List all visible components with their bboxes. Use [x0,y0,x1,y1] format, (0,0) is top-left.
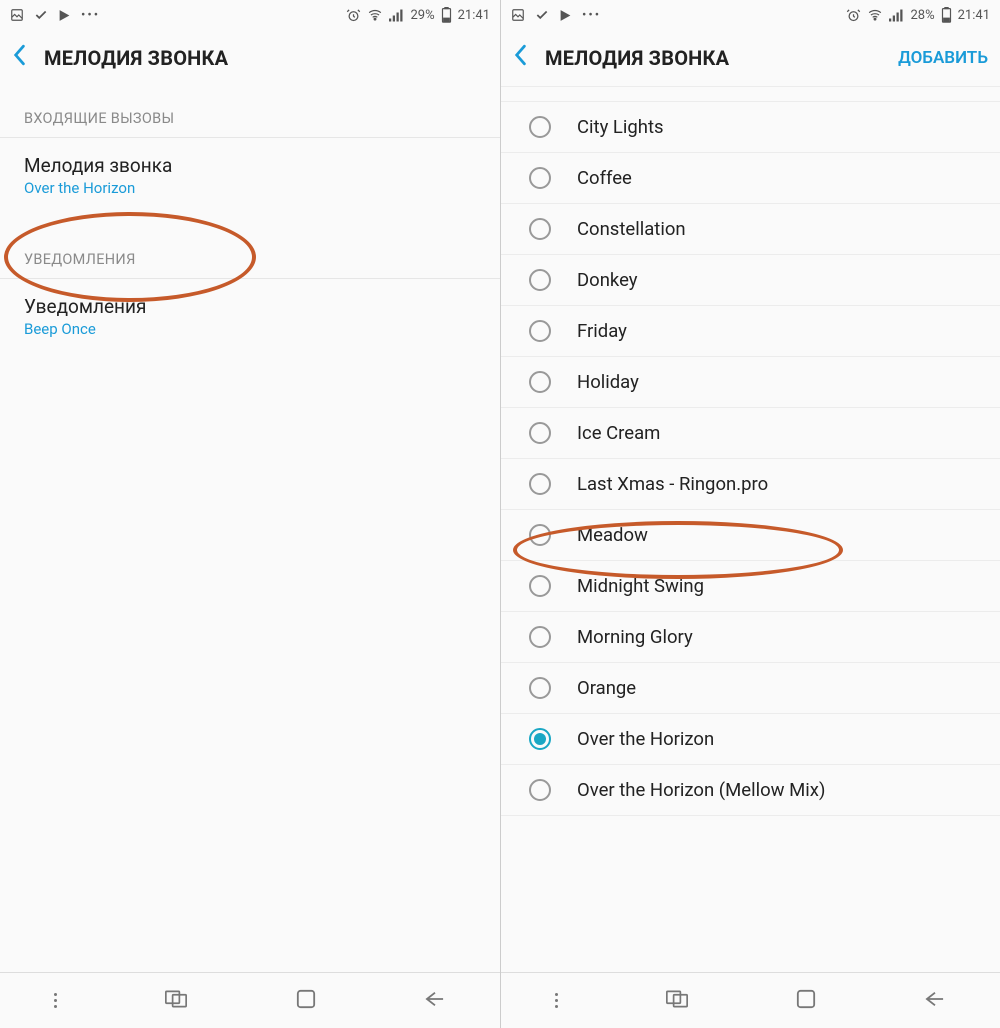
ringtone-name: Constellation [577,218,686,240]
clock-time: 21:41 [958,8,990,23]
list-item[interactable]: City Lights [501,102,1000,153]
list-item[interactable]: Over the Horizon (Mellow Mix) [501,765,1000,816]
page-title: МЕЛОДИЯ ЗВОНКА [44,46,228,70]
status-bar: ••• 28% 21:41 [501,0,1000,30]
list-item[interactable]: Last Xmas - Ringon.pro [501,459,1000,510]
ringtone-name: Midnight Swing [577,575,704,597]
battery-percent: 29% [410,8,434,23]
list-item[interactable] [501,86,1000,102]
ringtone-value: Over the Horizon [24,179,476,197]
radio-icon[interactable] [529,269,551,291]
notifications-label: Уведомления [24,295,476,318]
section-incoming: ВХОДЯЩИЕ ВЫЗОВЫ [0,94,500,138]
radio-icon[interactable] [529,422,551,444]
ringtone-name: Morning Glory [577,626,693,648]
ringtone-name: Holiday [577,371,639,393]
battery-icon [441,7,452,23]
more-icon: ••• [81,8,100,23]
ringtone-name: City Lights [577,116,664,138]
notifications-value: Beep Once [24,320,476,338]
radio-icon[interactable] [529,320,551,342]
list-item[interactable]: Ice Cream [501,408,1000,459]
list-item[interactable]: Coffee [501,153,1000,204]
check-icon [34,8,48,22]
list-item[interactable]: Over the Horizon [501,714,1000,765]
list-item[interactable]: Holiday [501,357,1000,408]
back-icon[interactable] [513,44,527,72]
ringtone-list[interactable]: City Lights Coffee Constellation Donkey Frid… [501,86,1000,972]
nav-recents-icon[interactable] [666,990,688,1012]
ringtone-name: Coffee [577,167,632,189]
more-icon: ••• [582,8,601,23]
alarm-icon [346,8,361,23]
ringtone-name: Friday [577,320,627,342]
signal-icon [389,9,404,22]
ringtone-setting[interactable]: Мелодия звонка Over the Horizon [0,138,500,211]
radio-icon[interactable] [529,728,551,750]
radio-icon[interactable] [529,218,551,240]
app-header: МЕЛОДИЯ ЗВОНКА ДОБАВИТЬ [501,30,1000,86]
check-icon [535,8,549,22]
clock-time: 21:41 [458,8,490,23]
nav-menu-icon[interactable] [555,993,558,1008]
radio-icon[interactable] [529,575,551,597]
battery-icon [941,7,952,23]
notifications-setting[interactable]: Уведомления Beep Once [0,279,500,352]
nav-back-icon[interactable] [424,990,446,1012]
nav-home-icon[interactable] [796,989,816,1013]
ringtone-name: Meadow [577,524,648,546]
status-bar: ••• 29% 21:41 [0,0,500,30]
nav-home-icon[interactable] [296,989,316,1013]
image-icon [511,8,525,22]
list-item[interactable]: Orange [501,663,1000,714]
section-notifications: УВЕДОМЛЕНИЯ [0,235,500,279]
play-store-icon [58,9,71,22]
ringtone-name: Orange [577,677,636,699]
app-header: МЕЛОДИЯ ЗВОНКА [0,30,500,86]
ringtone-name: Donkey [577,269,638,291]
ringtone-label: Мелодия звонка [24,154,476,177]
play-store-icon [559,9,572,22]
ringtone-name: Over the Horizon [577,728,714,750]
ringtone-name: Ice Cream [577,422,660,444]
radio-icon[interactable] [529,116,551,138]
nav-recents-icon[interactable] [165,990,187,1012]
page-title: МЕЛОДИЯ ЗВОНКА [545,46,729,70]
list-item[interactable]: Meadow [501,510,1000,561]
nav-menu-icon[interactable] [54,993,57,1008]
signal-icon [889,9,904,22]
list-item[interactable]: Donkey [501,255,1000,306]
phone-left: ••• 29% 21:41 МЕЛОДИЯ ЗВОНКА ВХОДЯЩ [0,0,500,1028]
image-icon [10,8,24,22]
nav-bar [501,972,1000,1028]
list-item[interactable]: Constellation [501,204,1000,255]
ringtone-name: Over the Horizon (Mellow Mix) [577,779,825,801]
ringtone-name: Last Xmas - Ringon.pro [577,473,768,495]
battery-percent: 28% [910,8,934,23]
alarm-icon [846,8,861,23]
add-button[interactable]: ДОБАВИТЬ [898,48,988,68]
radio-icon[interactable] [529,779,551,801]
radio-icon[interactable] [529,473,551,495]
list-item[interactable]: Morning Glory [501,612,1000,663]
list-item[interactable]: Midnight Swing [501,561,1000,612]
wifi-icon [367,8,383,22]
radio-icon[interactable] [529,371,551,393]
back-icon[interactable] [12,44,26,72]
radio-icon[interactable] [529,677,551,699]
phone-right: ••• 28% 21:41 МЕЛОДИЯ ЗВОНКА ДОБАВИТЬ [500,0,1000,1028]
nav-bar [0,972,500,1028]
radio-icon[interactable] [529,524,551,546]
list-item[interactable]: Friday [501,306,1000,357]
nav-back-icon[interactable] [924,990,946,1012]
wifi-icon [867,8,883,22]
radio-icon[interactable] [529,167,551,189]
radio-icon[interactable] [529,626,551,648]
